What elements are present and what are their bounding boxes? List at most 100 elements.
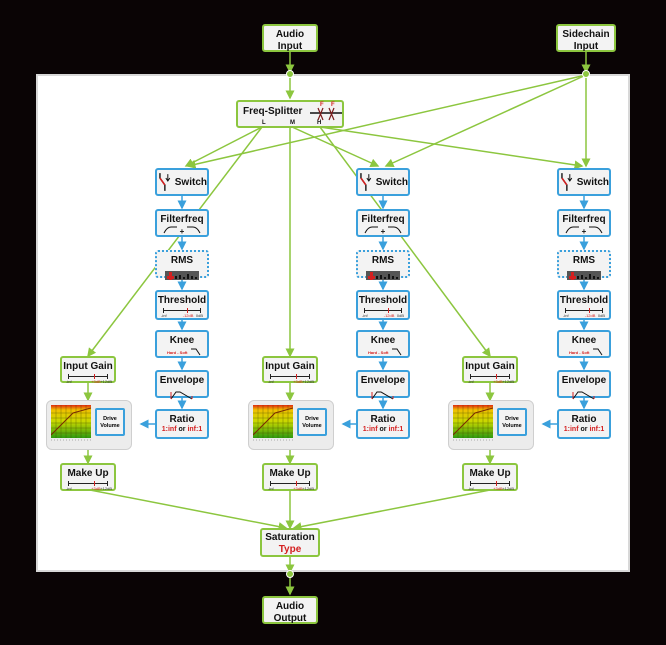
audio-output-label-1: Audio <box>275 601 305 612</box>
input-gain-scale: -inf +3dB +12dB <box>468 374 514 385</box>
freq-splitter-title: Freq-Splitter <box>243 106 303 117</box>
rms-node: RMS <box>155 250 209 280</box>
highpass-curve-icon <box>364 226 379 234</box>
gain-max: +12dB <box>100 379 112 384</box>
threshold-node: Threshold -inf -12dB 0dB <box>356 290 410 320</box>
transfer-curve-graph <box>453 405 493 441</box>
drive-volume-node: Drive Volume <box>297 408 327 436</box>
filterfreq-label: Filterfreq <box>361 214 405 225</box>
gain-value: +3dB <box>91 379 101 384</box>
make-up-scale: -inf +3dB +12dB <box>66 481 112 492</box>
threshold-node: Threshold -inf -12dB 0dB <box>557 290 611 320</box>
envelope-node: Envelope <box>155 370 209 400</box>
filter-curves: + <box>559 226 609 236</box>
make-up-label: Make Up <box>269 468 311 479</box>
ratio-option-right: inf:1 <box>388 426 404 433</box>
threshold-min: -inf <box>161 313 167 318</box>
makeup-value: +3dB <box>91 486 101 491</box>
ratio-option-right: inf:1 <box>589 426 605 433</box>
makeup-value: +3dB <box>293 486 303 491</box>
knee-label: Knee <box>169 335 195 346</box>
envelope-node: Envelope <box>356 370 410 400</box>
saturation-type: Type <box>278 544 302 555</box>
ratio-option-right: inf:1 <box>187 426 203 433</box>
ratio-options: 1:inf or inf:1 <box>358 426 408 433</box>
knee-label: Knee <box>571 335 597 346</box>
rms-meter-icon <box>165 271 199 280</box>
threshold-scale: -inf -12dB 0dB <box>161 308 203 319</box>
volume-label: Volume <box>100 423 120 429</box>
make-up-label: Make Up <box>469 468 511 479</box>
freq-splitter-node: Freq-Splitter F F L M H <box>236 100 344 128</box>
saturation-title: Saturation <box>265 532 315 543</box>
rms-label: RMS <box>170 255 194 266</box>
gain-min: -inf <box>268 379 274 384</box>
sidechain-input-node: Sidechain Input <box>556 24 616 52</box>
makeup-max: +12dB <box>100 486 112 491</box>
highpass-curve-icon <box>565 226 580 234</box>
ratio-or: or <box>178 426 186 433</box>
freq-marker-2: F <box>331 102 335 108</box>
switch-label: Switch <box>174 176 207 188</box>
make-up-node: Make Up -inf +3dB +12dB <box>262 463 318 491</box>
drive-label: Drive <box>505 416 519 422</box>
knee-curve-icon <box>593 348 603 356</box>
input-gain-label: Input Gain <box>63 361 113 372</box>
knee-node: Knee Hard - Soft <box>155 330 209 358</box>
knee-sub: Hard - Soft <box>368 350 389 355</box>
envelope-curve-icon <box>371 391 394 400</box>
make-up-scale: -inf +3dB +12dB <box>268 481 314 492</box>
makeup-min: -inf <box>468 486 474 491</box>
filterfreq-label: Filterfreq <box>160 214 204 225</box>
saturation-curve-box: Drive Volume <box>46 400 132 450</box>
ratio-or: or <box>580 426 588 433</box>
saturation-node: Saturation Type <box>260 528 320 557</box>
input-gain-node: Input Gain -inf +3dB +12dB <box>60 356 116 385</box>
drive-label: Drive <box>103 416 117 422</box>
ratio-options: 1:inf or inf:1 <box>559 426 609 433</box>
rms-label: RMS <box>371 255 395 266</box>
gain-max: +12dB <box>502 379 514 384</box>
transfer-curve-graph <box>51 405 91 441</box>
audio-input-label-1: Audio <box>275 29 305 40</box>
ratio-option-left: 1:inf <box>563 426 579 433</box>
drive-volume-node: Drive Volume <box>497 408 527 436</box>
threshold-value: -12dB <box>584 313 596 318</box>
switch-label: Switch <box>576 176 609 188</box>
ratio-node: Ratio 1:inf or inf:1 <box>356 409 410 439</box>
threshold-label: Threshold <box>559 295 609 306</box>
filterfreq-node: Filterfreq + <box>557 209 611 237</box>
sidechain-input-label-2: Input <box>573 41 599 52</box>
freq-marker-1: F <box>320 102 324 108</box>
filterfreq-node: Filterfreq + <box>356 209 410 237</box>
input-gain-label: Input Gain <box>265 361 315 372</box>
switch-node: Switch <box>557 168 611 196</box>
knee-detail: Hard - Soft <box>559 347 609 357</box>
ratio-or: or <box>379 426 387 433</box>
knee-sub: Hard - Soft <box>569 350 590 355</box>
knee-detail: Hard - Soft <box>157 347 207 357</box>
envelope-curve-icon <box>572 391 595 400</box>
envelope-label: Envelope <box>159 375 205 386</box>
sidechain-input-label-1: Sidechain <box>562 29 610 40</box>
makeup-value: +3dB <box>493 486 503 491</box>
makeup-min: -inf <box>66 486 72 491</box>
input-gain-node: Input Gain -inf +3dB +12dB <box>262 356 318 385</box>
envelope-label: Envelope <box>561 375 607 386</box>
rms-node: RMS <box>557 250 611 280</box>
make-up-node: Make Up -inf +3dB +12dB <box>60 463 116 491</box>
envelope-label: Envelope <box>360 375 406 386</box>
threshold-label: Threshold <box>157 295 207 306</box>
lowpass-curve-icon <box>387 226 402 234</box>
input-gain-node: Input Gain -inf +3dB +12dB <box>462 356 518 385</box>
gain-min: -inf <box>468 379 474 384</box>
threshold-value: -12dB <box>383 313 395 318</box>
input-gain-scale: -inf +3dB +12dB <box>268 374 314 385</box>
make-up-label: Make Up <box>67 468 109 479</box>
ratio-label: Ratio <box>370 414 396 425</box>
drive-volume-node: Drive Volume <box>95 408 125 436</box>
filter-plus: + <box>179 227 185 236</box>
ratio-option-left: 1:inf <box>362 426 378 433</box>
input-gain-scale: -inf +3dB +12dB <box>66 374 112 385</box>
knee-label: Knee <box>370 335 396 346</box>
